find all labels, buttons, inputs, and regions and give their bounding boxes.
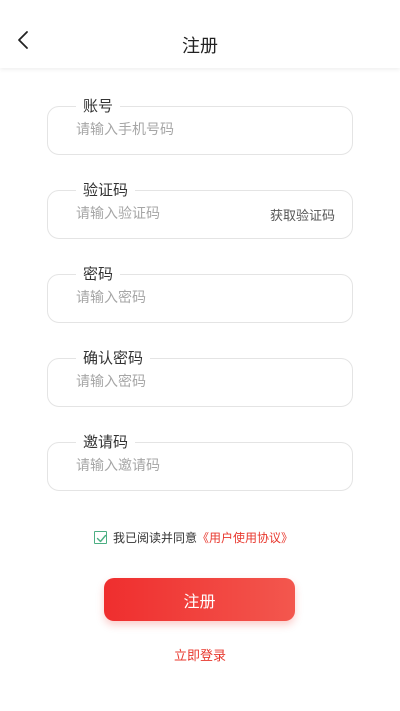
password-label: 密码: [76, 264, 121, 284]
user-agreement-link[interactable]: 《用户使用协议》: [197, 529, 293, 546]
invite-code-field: 邀请码: [47, 432, 353, 491]
password-field: 密码: [47, 264, 353, 323]
agreement-checkbox[interactable]: [94, 530, 107, 544]
password-input[interactable]: [76, 285, 340, 311]
register-button[interactable]: 注册: [104, 578, 295, 621]
page-title: 注册: [182, 36, 218, 57]
confirm-password-label: 确认密码: [76, 348, 151, 368]
login-link[interactable]: 立即登录: [0, 645, 400, 664]
agreement-row: 我已阅读并同意 《用户使用协议》: [94, 528, 293, 546]
agreement-text: 我已阅读并同意: [113, 530, 198, 545]
verification-code-label: 验证码: [76, 180, 136, 200]
account-field: 账号: [47, 96, 353, 155]
invite-code-input[interactable]: [76, 453, 340, 479]
verification-code-field: 验证码 获取验证码: [47, 180, 353, 239]
confirm-password-field: 确认密码: [47, 348, 353, 407]
verification-code-input[interactable]: [76, 201, 252, 227]
checkmark-icon: [96, 534, 107, 542]
account-label: 账号: [76, 96, 121, 116]
account-input[interactable]: [76, 117, 340, 143]
header-bar: 注册: [0, 0, 400, 68]
invite-code-label: 邀请码: [76, 432, 136, 452]
get-code-button[interactable]: 获取验证码: [270, 205, 335, 224]
confirm-password-input[interactable]: [76, 369, 340, 395]
